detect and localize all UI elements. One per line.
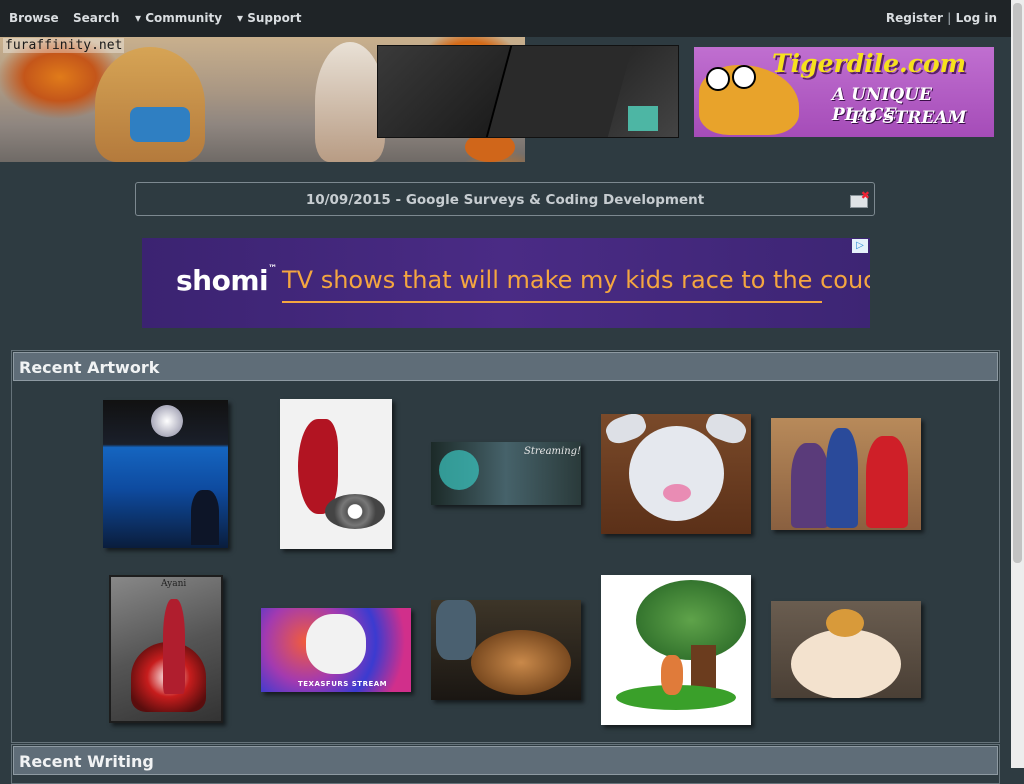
fursuit-nose — [663, 484, 691, 502]
page-scrollbar-thumb[interactable] — [1013, 3, 1022, 563]
adchoices-icon[interactable]: ▷ — [852, 239, 868, 253]
recent-writing-header: Recent Writing — [13, 746, 998, 775]
artwork-thumbnail-9[interactable] — [601, 575, 751, 725]
close-icon: ✖ — [860, 189, 870, 202]
mascot-eye-left — [706, 67, 730, 91]
site-news-bar: 10/09/2015 - Google Surveys & Coding Dev… — [135, 182, 875, 216]
glow-shape — [439, 450, 479, 490]
shomi-brand: shomi™ — [176, 264, 277, 297]
account-links-separator: | — [947, 11, 952, 25]
artwork-thumbnail-6[interactable]: Ayani — [109, 575, 223, 723]
artwork-thumbnail-8[interactable] — [431, 600, 581, 700]
nav-browse-link[interactable]: Browse — [9, 11, 59, 25]
site-logo[interactable]: furaffinity.net — [3, 38, 125, 53]
nav-community-menu[interactable]: ▾ Community — [135, 11, 222, 25]
fursuit-head — [629, 426, 724, 521]
comic-character-shape — [485, 46, 633, 137]
belly-shape — [791, 629, 901, 698]
artwork-thumbnail-7[interactable]: TEXASFURS STREAM — [261, 608, 411, 692]
tree-trunk — [691, 645, 716, 690]
tigerdile-ad-tagline-2: TO STREAM — [849, 108, 967, 128]
spotted-tail-shape — [325, 494, 385, 529]
shomi-ad-banner[interactable]: shomi™ TV shows that will make my kids r… — [142, 238, 870, 328]
nav-search-link[interactable]: Search — [73, 11, 119, 25]
register-link[interactable]: Register — [886, 11, 943, 25]
recent-artwork-title: Recent Artwork — [19, 358, 160, 377]
mascot-eye-right — [732, 65, 756, 89]
recent-artwork-header: Recent Artwork — [13, 352, 998, 381]
recent-writing-section: Recent Writing — [11, 744, 1000, 784]
shomi-slogan-underline — [282, 301, 822, 303]
character-figure — [163, 599, 185, 694]
recent-writing-title: Recent Writing — [19, 752, 154, 771]
banner-character-right — [315, 42, 385, 162]
thumbnail-caption: Ayani — [161, 579, 187, 589]
account-links: Register | Log in — [886, 11, 997, 25]
artwork-thumbnail-10[interactable] — [771, 601, 921, 698]
fairy-figure — [661, 655, 683, 695]
artwork-thumbnail-4[interactable] — [601, 414, 751, 534]
dismiss-news-button[interactable]: ✖ — [850, 189, 870, 208]
mask-shape — [306, 614, 366, 674]
artwork-thumbnail-5[interactable] — [771, 418, 921, 530]
fursuiter-1 — [791, 443, 829, 528]
top-navigation-bar: Browse Search ▾ Community ▾ Support Regi… — [0, 0, 1011, 37]
fursuiter-3 — [866, 436, 908, 528]
moon-shape — [151, 405, 183, 437]
banner-scarf — [130, 107, 190, 142]
fursuiter-2 — [826, 428, 858, 528]
shomi-slogan: TV shows that will make my kids race to … — [282, 266, 870, 294]
fur-shape — [471, 630, 571, 695]
character-face — [826, 609, 864, 637]
header-artwork-banner[interactable] — [377, 45, 679, 138]
person-shape — [436, 600, 476, 660]
news-headline[interactable]: 10/09/2015 - Google Surveys & Coding Dev… — [136, 192, 874, 208]
artwork-thumbnail-2[interactable] — [280, 399, 392, 549]
wolf-silhouette — [191, 490, 219, 545]
tigerdile-ad-title: Tigerdile.com — [772, 49, 967, 78]
artwork-thumbnail-3[interactable]: Streaming! — [431, 442, 581, 505]
thumbnail-caption: Streaming! — [524, 446, 581, 457]
artwork-thumbnail-1[interactable] — [103, 400, 228, 548]
comic-accent — [628, 106, 658, 131]
banner-character-left — [95, 47, 205, 162]
thumbnail-caption: TEXASFURS STREAM — [298, 680, 388, 688]
login-link[interactable]: Log in — [956, 11, 997, 25]
nav-support-menu[interactable]: ▾ Support — [237, 11, 301, 25]
tigerdile-ad-banner[interactable]: Tigerdile.com A UNIQUE PLACE TO STREAM — [694, 47, 994, 137]
